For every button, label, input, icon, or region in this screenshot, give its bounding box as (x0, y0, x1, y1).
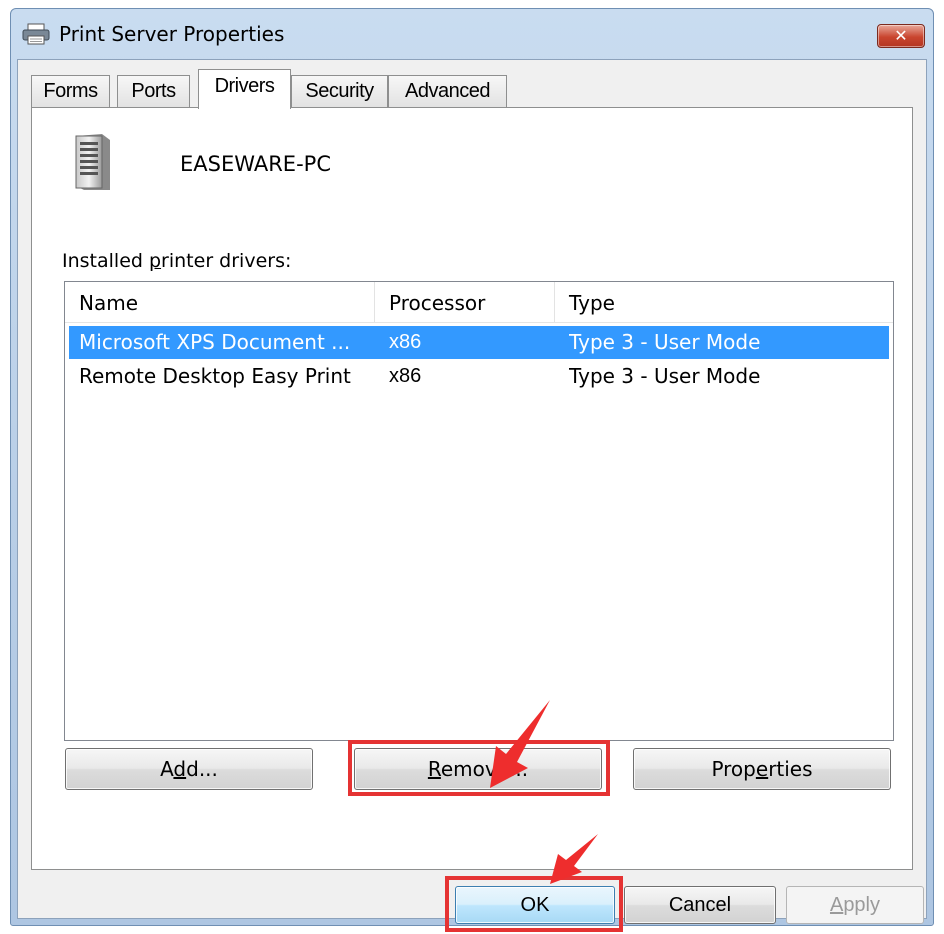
driver-type: Type 3 - User Mode (569, 364, 761, 388)
printer-icon (22, 23, 50, 45)
list-item[interactable]: Remote Desktop Easy Print x86 Type 3 - U… (69, 360, 889, 393)
dialog-client-area: Forms Ports Drivers Security Advanced EA… (17, 59, 927, 932)
server-tower-icon (75, 134, 110, 190)
list-header: Name Processor Type (65, 282, 893, 323)
driver-processor: x86 (389, 331, 422, 353)
driver-properties-button[interactable]: Properties (633, 748, 891, 790)
printer-drivers-list[interactable]: Name Processor Type Microsoft XPS Docume… (64, 281, 894, 741)
close-button[interactable]: ✕ (877, 24, 925, 48)
window-title: Print Server Properties (59, 22, 285, 46)
column-header-name[interactable]: Name (65, 282, 375, 322)
print-server-properties-window: Print Server Properties ✕ Forms Ports Dr… (10, 8, 934, 932)
column-header-processor[interactable]: Processor (375, 282, 555, 322)
cancel-button[interactable]: Cancel (624, 886, 776, 924)
apply-button[interactable]: Apply (786, 886, 924, 924)
tab-drivers[interactable]: Drivers (198, 69, 291, 109)
drivers-tab-panel: EASEWARE-PC Installed printer drivers: N… (31, 107, 913, 870)
driver-type: Type 3 - User Mode (569, 330, 761, 354)
driver-name: Remote Desktop Easy Print (79, 364, 351, 388)
column-header-type[interactable]: Type (555, 282, 890, 322)
ok-button[interactable]: OK (455, 886, 615, 924)
tab-security[interactable]: Security (291, 75, 388, 107)
driver-name: Microsoft XPS Document ... (79, 330, 351, 354)
server-name: EASEWARE-PC (180, 152, 331, 176)
installed-drivers-label: Installed printer drivers: (62, 250, 292, 272)
tab-ports[interactable]: Ports (117, 75, 190, 107)
title-bar[interactable]: Print Server Properties ✕ (11, 9, 933, 59)
add-driver-button[interactable]: Add... (65, 748, 313, 790)
remove-driver-button[interactable]: Remove... (354, 748, 602, 790)
close-icon: ✕ (894, 26, 908, 45)
tab-forms[interactable]: Forms (31, 75, 110, 107)
tab-advanced[interactable]: Advanced (388, 75, 507, 107)
list-item[interactable]: Microsoft XPS Document ... x86 Type 3 - … (69, 326, 889, 359)
driver-processor: x86 (389, 365, 422, 387)
